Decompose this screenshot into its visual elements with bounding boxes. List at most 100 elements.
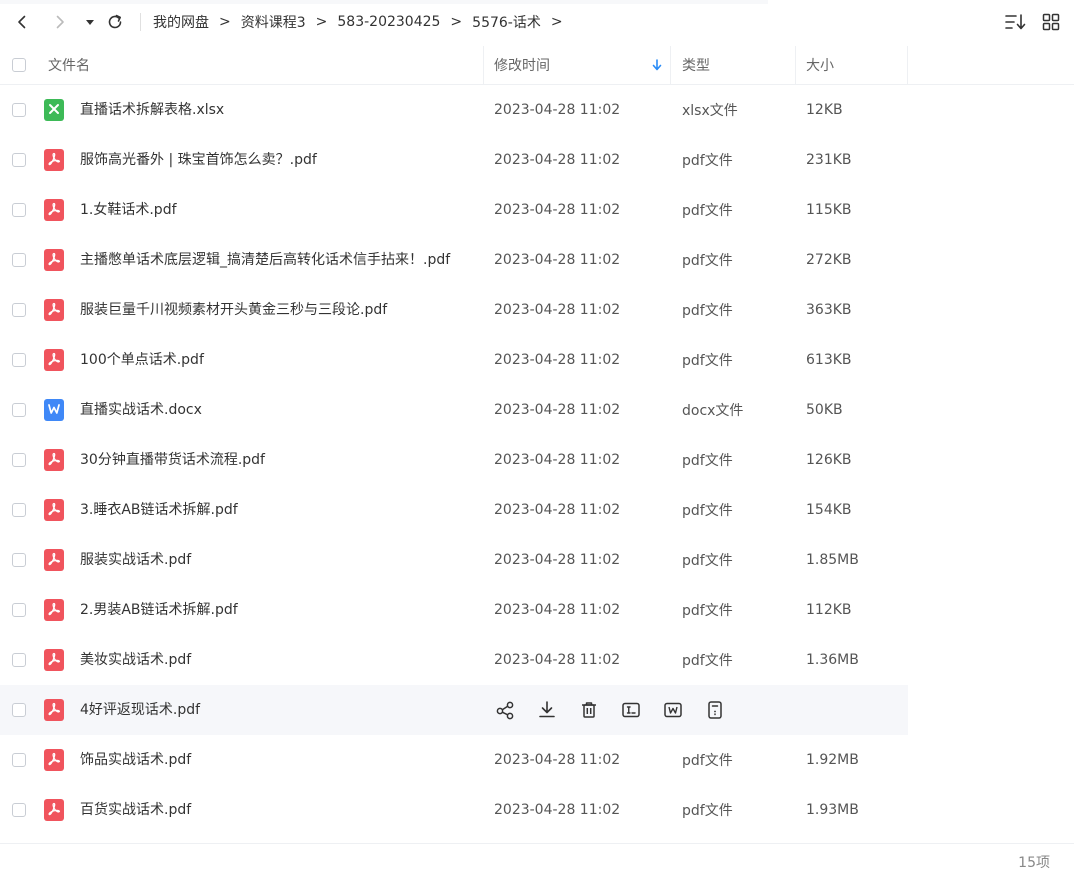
pdf-glyph-icon bbox=[47, 802, 61, 819]
view-mode-button[interactable] bbox=[1039, 10, 1063, 34]
column-header-name[interactable]: 文件名 bbox=[48, 46, 90, 84]
breadcrumb-separator: > bbox=[219, 14, 231, 30]
column-divider[interactable] bbox=[907, 46, 908, 84]
share-button[interactable] bbox=[494, 699, 516, 721]
row-checkbox[interactable] bbox=[12, 253, 26, 267]
row-checkbox-wrap[interactable] bbox=[12, 85, 26, 135]
file-name[interactable]: 100个单点话术.pdf bbox=[80, 335, 476, 385]
file-row[interactable]: 主播憋单话术底层逻辑_搞清楚后高转化话术信手拈来！.pdf 2023-04-28… bbox=[0, 235, 1074, 285]
breadcrumb-item-current[interactable]: 5576-话术 bbox=[472, 12, 541, 32]
pdf-glyph-icon bbox=[47, 202, 61, 219]
file-row[interactable]: 服装实战话术.pdf 2023-04-28 11:02 pdf文件 1.85MB bbox=[0, 535, 1074, 585]
file-size: 12KB bbox=[806, 102, 843, 118]
row-checkbox[interactable] bbox=[12, 803, 26, 817]
breadcrumb-separator: > bbox=[550, 14, 563, 30]
file-name[interactable]: 1.女鞋话术.pdf bbox=[80, 185, 476, 235]
pdf-glyph-icon bbox=[47, 252, 61, 269]
row-checkbox[interactable] bbox=[12, 703, 26, 717]
file-name[interactable]: 服装实战话术.pdf bbox=[80, 535, 476, 585]
column-divider[interactable] bbox=[670, 46, 671, 84]
select-all-checkbox[interactable] bbox=[12, 58, 26, 72]
file-row[interactable]: 3.睡衣AB链话术拆解.pdf 2023-04-28 11:02 pdf文件 1… bbox=[0, 485, 1074, 535]
row-checkbox[interactable] bbox=[12, 353, 26, 367]
file-name[interactable]: 美妆实战话术.pdf bbox=[80, 635, 476, 685]
file-row[interactable]: 服装巨量千川视频素材开头黄金三秒与三段论.pdf 2023-04-28 11:0… bbox=[0, 285, 1074, 335]
file-size: 231KB bbox=[806, 152, 852, 168]
file-row[interactable]: 30分钟直播带货话术流程.pdf 2023-04-28 11:02 pdf文件 … bbox=[0, 435, 1074, 485]
history-dropdown-button[interactable] bbox=[78, 10, 102, 34]
rename-button[interactable] bbox=[620, 699, 642, 721]
row-checkbox-wrap[interactable] bbox=[12, 185, 26, 235]
file-name[interactable]: 百货实战话术.pdf bbox=[80, 785, 476, 835]
row-checkbox-wrap[interactable] bbox=[12, 335, 26, 385]
file-name[interactable]: 饰品实战话术.pdf bbox=[80, 735, 476, 785]
file-name[interactable]: 服饰高光番外 | 珠宝首饰怎么卖？.pdf bbox=[80, 135, 476, 185]
chevron-right-icon bbox=[56, 15, 64, 29]
file-row[interactable]: 直播实战话术.docx 2023-04-28 11:02 docx文件 50KB bbox=[0, 385, 1074, 435]
file-row[interactable]: 4好评返现话术.pdf bbox=[0, 685, 1074, 735]
row-checkbox[interactable] bbox=[12, 453, 26, 467]
row-checkbox-wrap[interactable] bbox=[12, 585, 26, 635]
row-checkbox[interactable] bbox=[12, 503, 26, 517]
file-row[interactable]: 百货实战话术.pdf 2023-04-28 11:02 pdf文件 1.93MB bbox=[0, 785, 1074, 835]
file-row[interactable]: 2.男装AB链话术拆解.pdf 2023-04-28 11:02 pdf文件 1… bbox=[0, 585, 1074, 635]
pdf-file-icon bbox=[44, 649, 64, 671]
file-name[interactable]: 直播话术拆解表格.xlsx bbox=[80, 85, 476, 135]
row-checkbox-wrap[interactable] bbox=[12, 135, 26, 185]
file-name[interactable]: 2.男装AB链话术拆解.pdf bbox=[80, 585, 476, 635]
column-header-modified[interactable]: 修改时间 bbox=[494, 46, 664, 84]
row-checkbox-wrap[interactable] bbox=[12, 635, 26, 685]
file-name[interactable]: 服装巨量千川视频素材开头黄金三秒与三段论.pdf bbox=[80, 285, 476, 335]
pdf-file-icon bbox=[44, 499, 64, 521]
column-divider[interactable] bbox=[483, 46, 484, 84]
column-divider[interactable] bbox=[795, 46, 796, 84]
file-row[interactable]: 饰品实战话术.pdf 2023-04-28 11:02 pdf文件 1.92MB bbox=[0, 735, 1074, 785]
row-checkbox[interactable] bbox=[12, 303, 26, 317]
open-with-button[interactable] bbox=[662, 699, 684, 721]
pdf-file-icon bbox=[44, 799, 64, 821]
file-name[interactable]: 4好评返现话术.pdf bbox=[80, 685, 476, 735]
select-all-checkbox-wrap[interactable] bbox=[12, 46, 26, 84]
breadcrumb-item-root[interactable]: 我的网盘 bbox=[153, 12, 209, 32]
row-checkbox[interactable] bbox=[12, 103, 26, 117]
back-button[interactable] bbox=[10, 10, 34, 34]
breadcrumb-item-course[interactable]: 资料课程3 bbox=[241, 12, 306, 32]
file-name[interactable]: 30分钟直播带货话术流程.pdf bbox=[80, 435, 476, 485]
refresh-button[interactable] bbox=[103, 10, 127, 34]
file-row[interactable]: 100个单点话术.pdf 2023-04-28 11:02 pdf文件 613K… bbox=[0, 335, 1074, 385]
row-checkbox[interactable] bbox=[12, 753, 26, 767]
row-checkbox-wrap[interactable] bbox=[12, 535, 26, 585]
row-checkbox-wrap[interactable] bbox=[12, 785, 26, 835]
column-header-size[interactable]: 大小 bbox=[806, 46, 834, 84]
row-checkbox-wrap[interactable] bbox=[12, 435, 26, 485]
file-name[interactable]: 主播憋单话术底层逻辑_搞清楚后高转化话术信手拈来！.pdf bbox=[80, 235, 476, 285]
row-checkbox[interactable] bbox=[12, 653, 26, 667]
file-name[interactable]: 3.睡衣AB链话术拆解.pdf bbox=[80, 485, 476, 535]
file-modified-time: 2023-04-28 11:02 bbox=[494, 802, 621, 818]
file-row[interactable]: 服饰高光番外 | 珠宝首饰怎么卖？.pdf 2023-04-28 11:02 p… bbox=[0, 135, 1074, 185]
row-checkbox[interactable] bbox=[12, 553, 26, 567]
row-checkbox-wrap[interactable] bbox=[12, 235, 26, 285]
row-checkbox[interactable] bbox=[12, 603, 26, 617]
file-row[interactable]: 直播话术拆解表格.xlsx 2023-04-28 11:02 xlsx文件 12… bbox=[0, 85, 1074, 135]
row-checkbox-wrap[interactable] bbox=[12, 685, 26, 735]
row-checkbox[interactable] bbox=[12, 203, 26, 217]
forward-button[interactable] bbox=[48, 10, 72, 34]
row-checkbox-wrap[interactable] bbox=[12, 285, 26, 335]
details-button[interactable] bbox=[704, 699, 726, 721]
file-row[interactable]: 美妆实战话术.pdf 2023-04-28 11:02 pdf文件 1.36MB bbox=[0, 635, 1074, 685]
row-checkbox-wrap[interactable] bbox=[12, 735, 26, 785]
download-button[interactable] bbox=[536, 699, 558, 721]
breadcrumb-item-date[interactable]: 583-20230425 bbox=[337, 14, 440, 30]
row-checkbox-wrap[interactable] bbox=[12, 485, 26, 535]
row-checkbox-wrap[interactable] bbox=[12, 385, 26, 435]
file-name[interactable]: 直播实战话术.docx bbox=[80, 385, 476, 435]
row-checkbox[interactable] bbox=[12, 153, 26, 167]
column-header-type[interactable]: 类型 bbox=[682, 46, 710, 84]
row-checkbox[interactable] bbox=[12, 403, 26, 417]
top-band bbox=[0, 0, 768, 4]
sort-button[interactable] bbox=[1004, 10, 1028, 34]
file-row[interactable]: 1.女鞋话术.pdf 2023-04-28 11:02 pdf文件 115KB bbox=[0, 185, 1074, 235]
excel-glyph-icon bbox=[48, 103, 60, 118]
delete-button[interactable] bbox=[578, 699, 600, 721]
